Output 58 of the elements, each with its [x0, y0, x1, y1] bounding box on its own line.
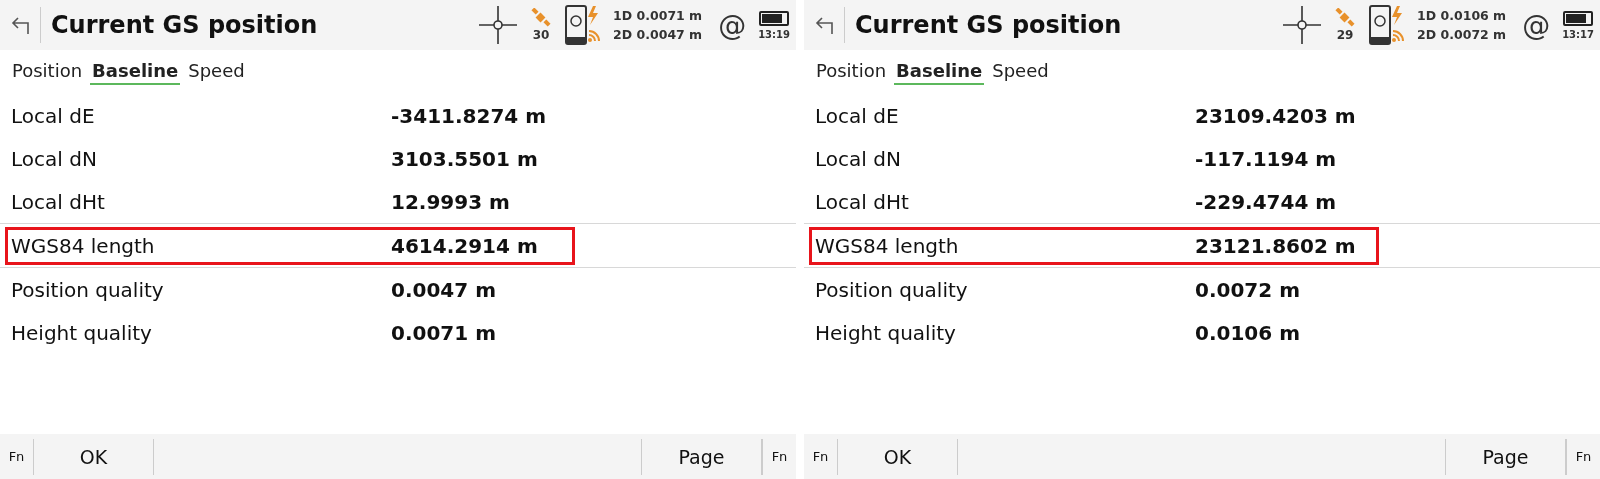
field-label: Position quality	[11, 277, 165, 302]
field-value: 0.0047 m	[391, 277, 496, 302]
window-title: Current GS position	[51, 11, 318, 39]
field-label: Position quality	[815, 277, 969, 302]
clock-time: 13:19	[758, 28, 790, 40]
precision-1d: 1D 0.0106 m	[1417, 7, 1507, 25]
field-value: 0.0071 m	[391, 320, 496, 345]
ok-button[interactable]: OK	[34, 438, 154, 475]
field-value: 0.0072 m	[1195, 277, 1300, 302]
field-label: Local dE	[815, 103, 900, 128]
tab[interactable]: Baseline	[894, 58, 985, 85]
precision-1d: 1D 0.0071 m	[613, 7, 703, 25]
battery-icon	[1563, 10, 1594, 26]
page-button[interactable]: Page	[642, 438, 762, 475]
at-symbol[interactable]: @	[1522, 8, 1551, 42]
field-label: WGS84 length	[11, 233, 156, 258]
field-value: -3411.8274 m	[391, 103, 547, 128]
field-label: Local dHt	[11, 189, 106, 214]
field-value: 23121.8602 m	[1195, 233, 1356, 258]
ok-button[interactable]: OK	[838, 438, 958, 475]
field-label: Height quality	[815, 320, 957, 345]
field-value: 3103.5501 m	[391, 146, 538, 171]
tab[interactable]: Speed	[186, 58, 247, 85]
satellite-count: 29	[1336, 28, 1354, 42]
field-value: 0.0106 m	[1195, 320, 1300, 345]
crosshair-icon[interactable]	[1283, 6, 1322, 44]
field-value: 12.9993 m	[391, 189, 510, 214]
back-icon[interactable]	[10, 15, 32, 35]
precision-2d: 2D 0.0072 m	[1417, 26, 1507, 44]
tab[interactable]: Speed	[990, 58, 1051, 85]
field-label: Local dN	[11, 146, 98, 171]
window-title: Current GS position	[855, 11, 1122, 39]
precision-2d: 2D 0.0047 m	[613, 26, 703, 44]
back-icon[interactable]	[814, 15, 836, 35]
field-label: Local dHt	[815, 189, 910, 214]
field-value: -117.1194 m	[1195, 146, 1337, 171]
battery-icon	[759, 10, 790, 26]
field-label: Local dN	[815, 146, 902, 171]
fn-key[interactable]: Fn	[804, 438, 838, 475]
fn-key[interactable]: Fn	[0, 438, 34, 475]
tab[interactable]: Position	[814, 58, 889, 85]
clock-time: 13:17	[1562, 28, 1594, 40]
field-value: 23109.4203 m	[1195, 103, 1356, 128]
tab[interactable]: Baseline	[90, 58, 181, 85]
controller-icon[interactable]	[565, 5, 602, 45]
field-label: WGS84 length	[815, 233, 960, 258]
field-value: -229.4744 m	[1195, 189, 1337, 214]
field-label: Height quality	[11, 320, 153, 345]
fn-key[interactable]: Fn	[762, 438, 796, 475]
fn-key[interactable]: Fn	[1566, 438, 1600, 475]
tab[interactable]: Position	[10, 58, 85, 85]
controller-icon[interactable]	[1369, 5, 1406, 45]
satellite-count: 30	[532, 28, 550, 42]
page-button[interactable]: Page	[1446, 438, 1566, 475]
field-value: 4614.2914 m	[391, 233, 538, 258]
at-symbol[interactable]: @	[718, 8, 747, 42]
field-label: Local dE	[11, 103, 96, 128]
crosshair-icon[interactable]	[479, 6, 518, 44]
